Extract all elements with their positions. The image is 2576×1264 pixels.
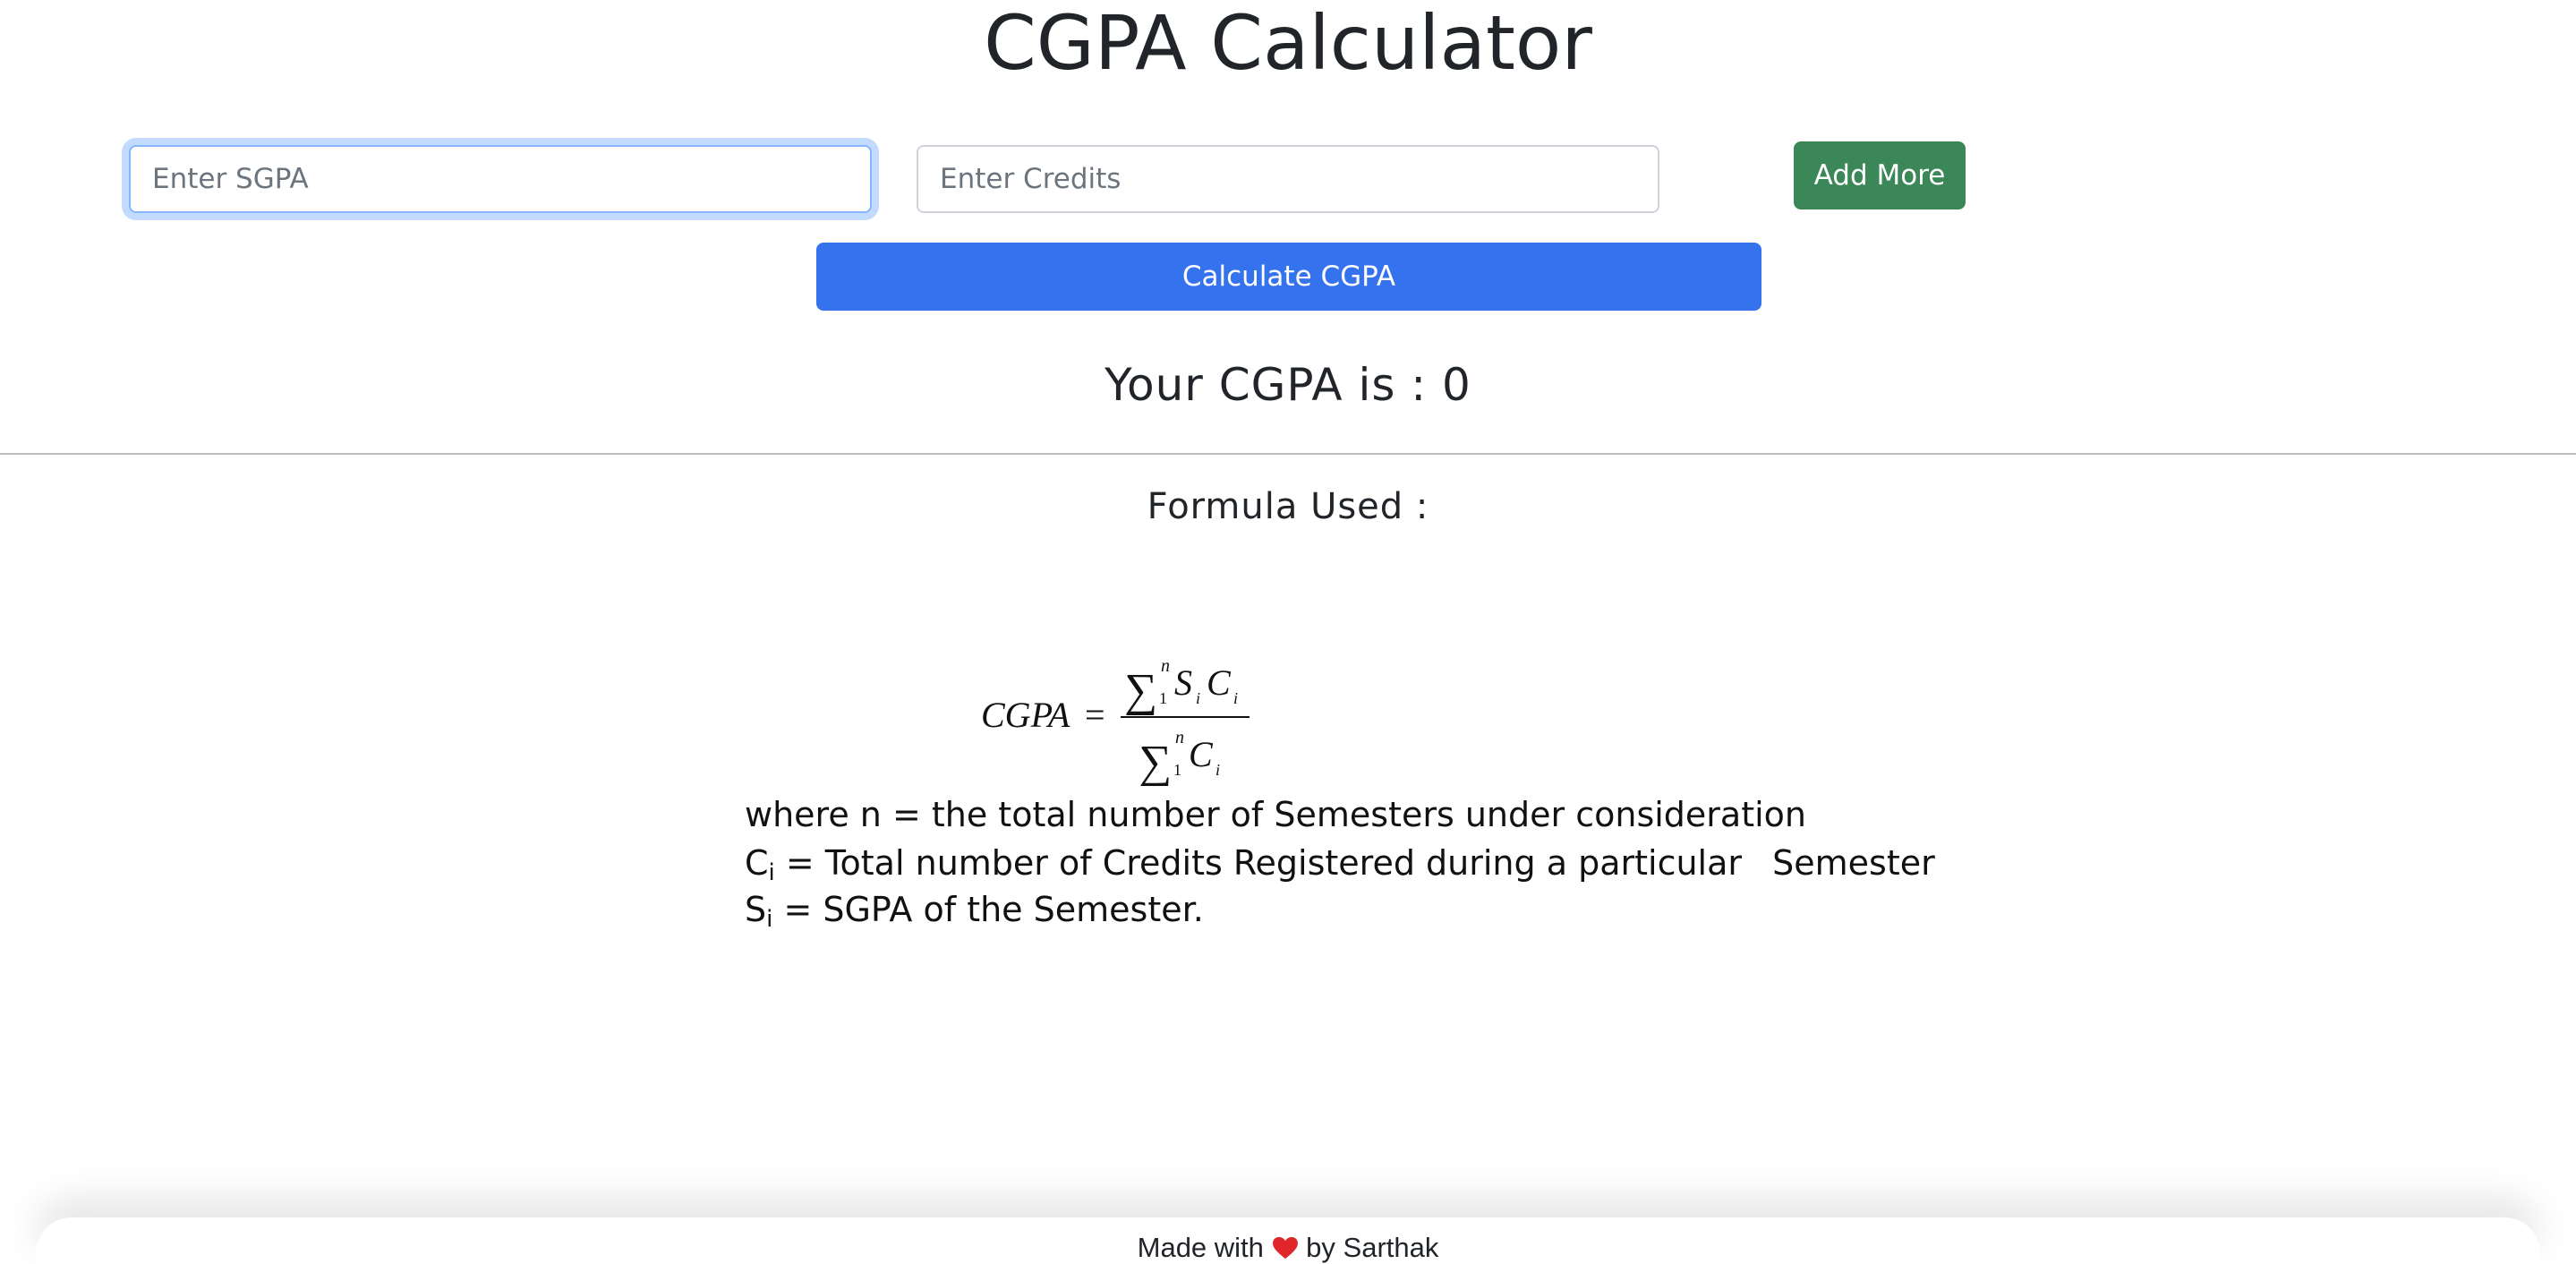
- page-title: CGPA Calculator: [984, 0, 1592, 87]
- cgpa-result: Your CGPA is : 0: [0, 351, 2576, 419]
- formula-equals: =: [1085, 695, 1105, 735]
- formula-numerator-upper: n: [1161, 656, 1170, 676]
- formula-denominator-upper: n: [1175, 728, 1184, 747]
- footer-author: by Sarthak: [1306, 1232, 1439, 1263]
- sgpa-definition: = SGPA of the Semester.: [772, 890, 1204, 929]
- formula-denominator-c: C: [1189, 734, 1214, 774]
- formula-denominator-lower: 1: [1173, 761, 1181, 779]
- credits-input[interactable]: [917, 145, 1659, 213]
- calculate-cgpa-button[interactable]: Calculate CGPA: [816, 243, 1761, 311]
- formula-explanation-n: where n = the total number of Semesters …: [745, 795, 1806, 834]
- formula-explanation-sgpa: Si = SGPA of the Semester.: [745, 886, 1204, 943]
- formula-denominator-sum: ∑: [1139, 737, 1172, 786]
- sgpa-symbol: S: [745, 890, 767, 929]
- credits-symbol-index: i: [768, 859, 775, 886]
- heart-icon: [1272, 1236, 1298, 1260]
- cgpa-result-label: Your CGPA is :: [1105, 359, 1443, 411]
- footer: Made with by Sarthak: [0, 1228, 2576, 1264]
- formula-numerator-s-index: i: [1196, 689, 1200, 707]
- formula-numerator-s: S: [1174, 662, 1192, 703]
- cgpa-result-value: 0: [1442, 359, 1471, 411]
- formula-numerator-c: C: [1207, 662, 1232, 703]
- credits-definition-tail: Semester: [1772, 843, 1935, 883]
- section-divider: [0, 453, 2576, 455]
- formula-numerator-sum: ∑: [1124, 665, 1157, 716]
- add-more-button[interactable]: Add More: [1794, 141, 1966, 209]
- formula-numerator-c-index: i: [1233, 689, 1238, 707]
- footer-made-with: Made with: [1137, 1232, 1264, 1263]
- formula-numerator-lower: 1: [1159, 689, 1167, 707]
- formula-lhs: CGPA: [981, 695, 1070, 735]
- sgpa-input[interactable]: [129, 145, 872, 213]
- formula-denominator-c-index: i: [1215, 761, 1220, 779]
- credits-definition: = Total number of Credits Registered dur…: [774, 843, 1743, 883]
- cgpa-formula-image: CGPA = ∑ n 1 S i C i ∑ n 1 C i: [981, 656, 1250, 786]
- formula-heading: Formula Used :: [1147, 486, 1429, 527]
- credits-symbol: C: [745, 843, 769, 883]
